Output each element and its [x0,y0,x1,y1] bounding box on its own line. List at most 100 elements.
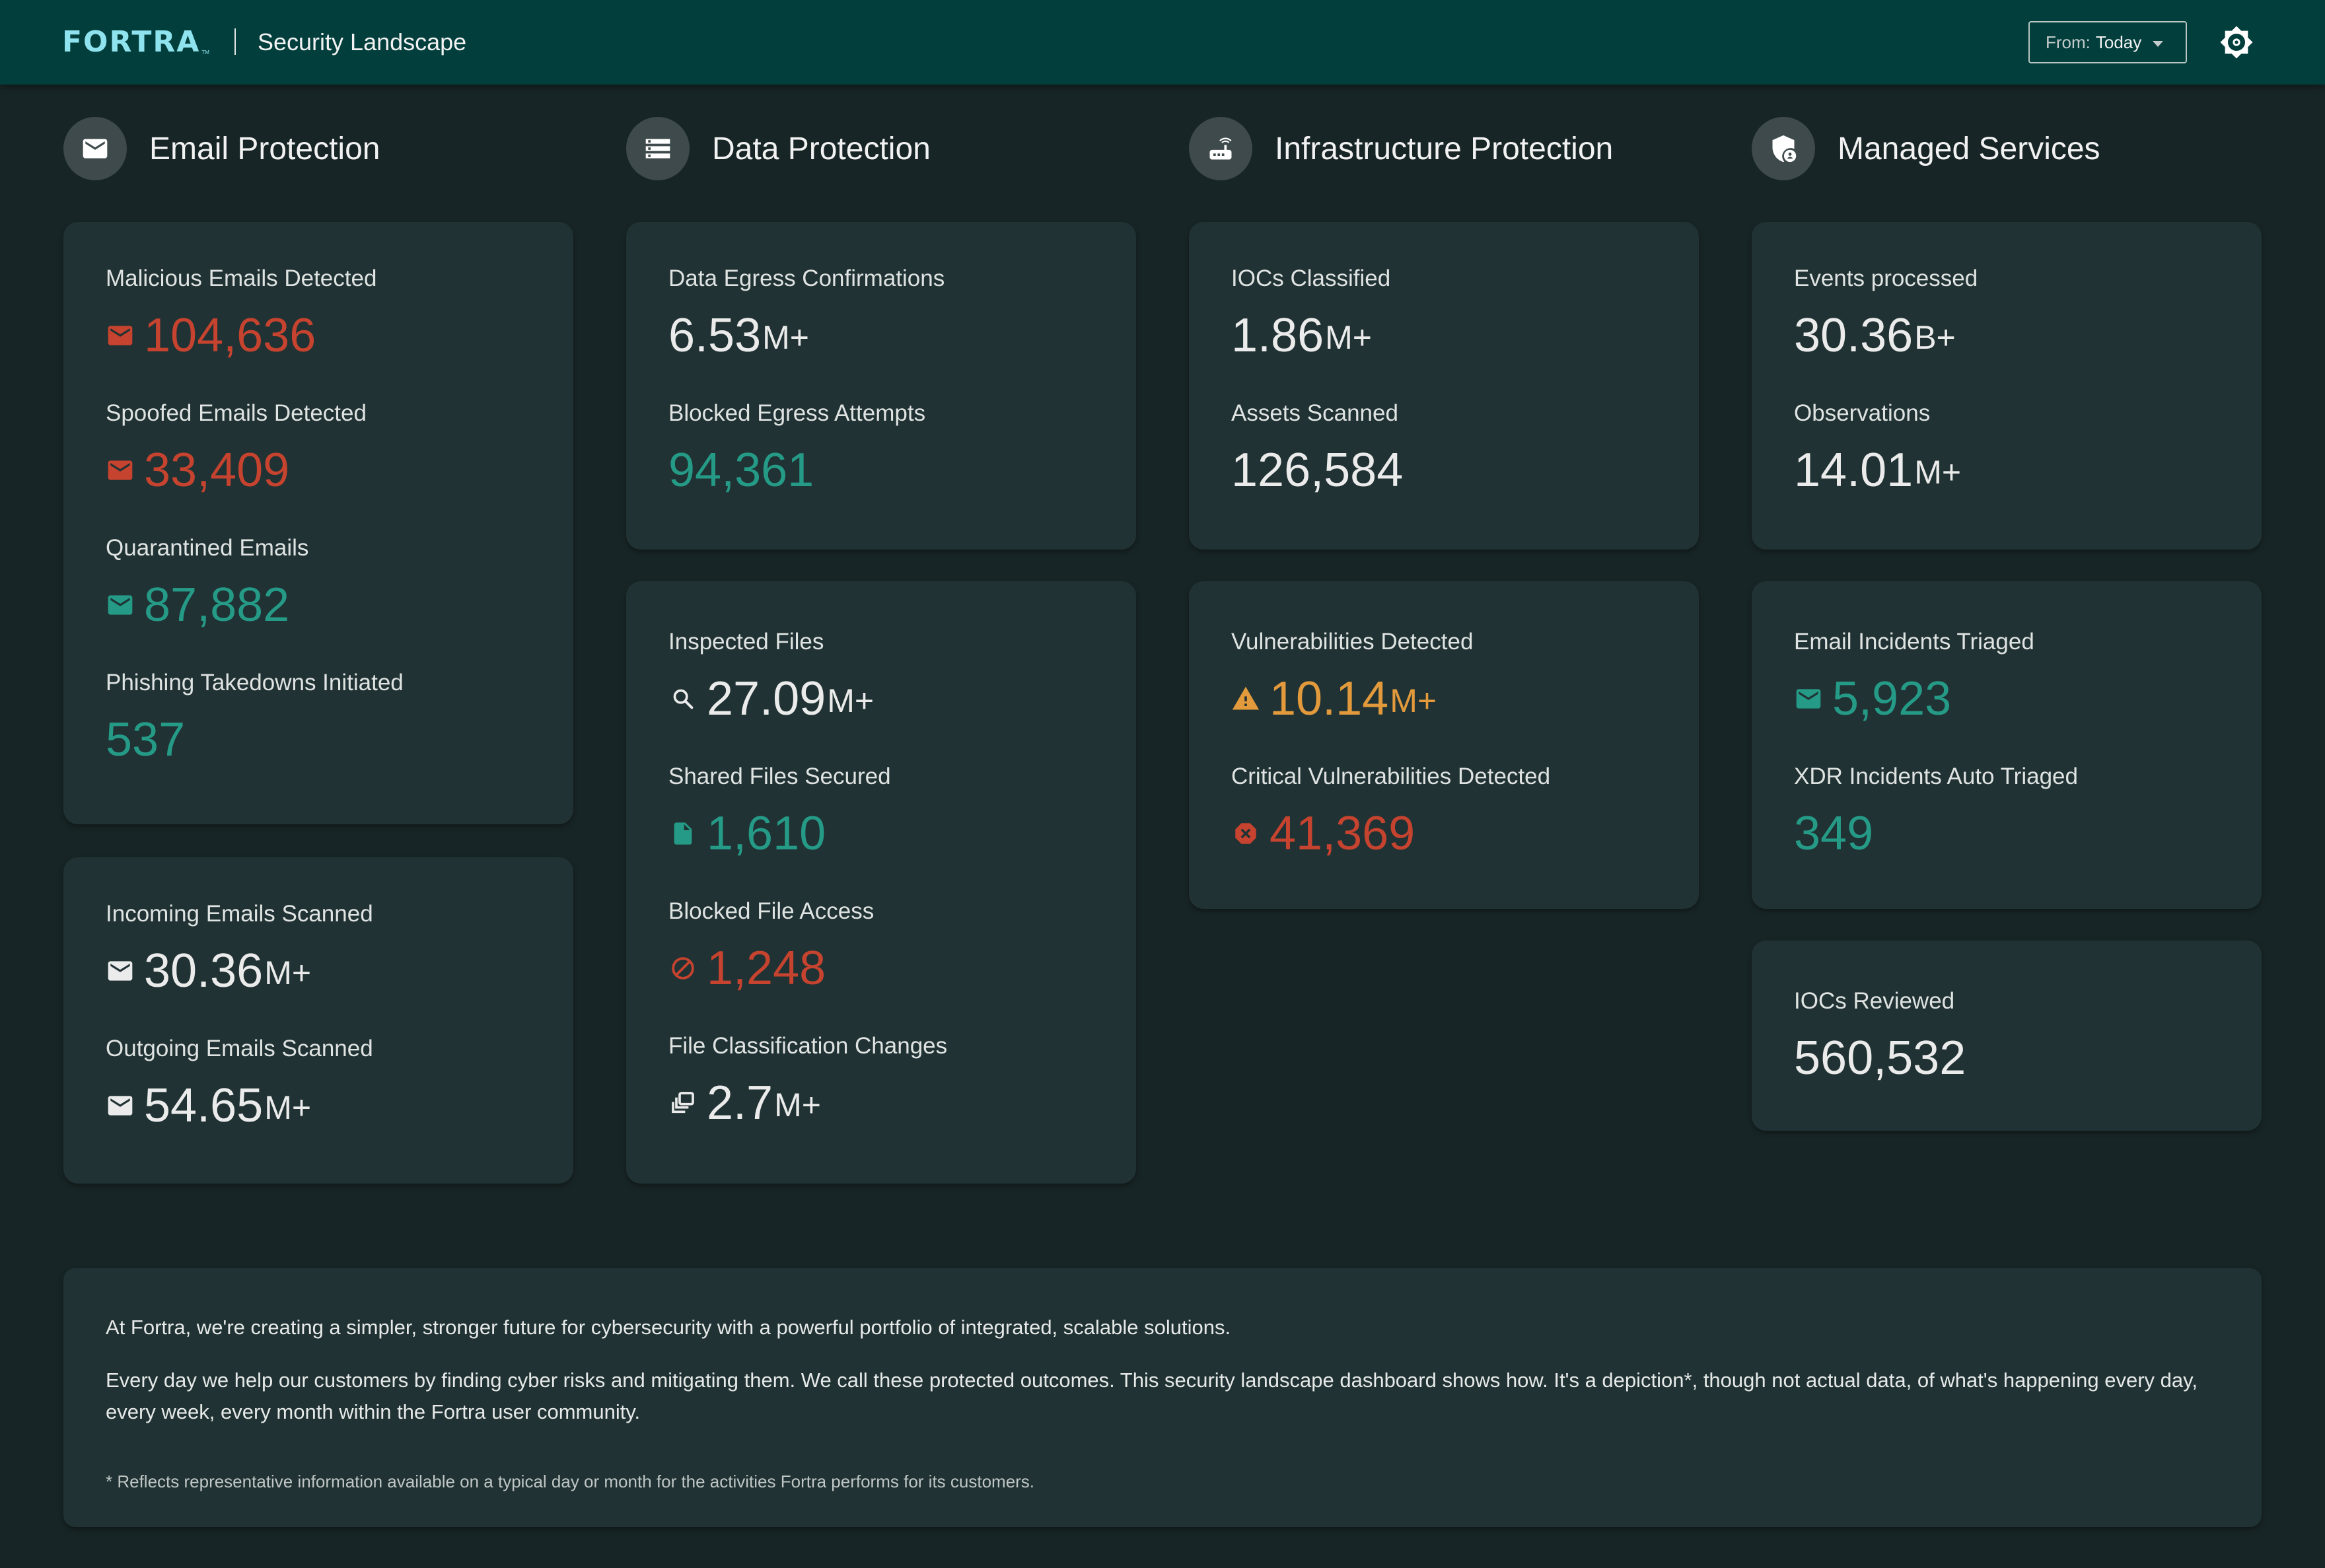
section-header-email-protection: Email Protection [63,117,380,180]
header-divider [234,28,236,55]
theme-toggle-button[interactable] [2219,25,2254,59]
incidents-card: Email Incidents Triaged 5,923 XDR Incide… [1752,581,2262,909]
search-icon [668,684,698,713]
metric-label: Malicious Emails Detected [106,266,377,291]
disclaimer-note: * Reflects representative information av… [106,1472,1035,1491]
metric-label: Critical Vulnerabilities Detected [1231,764,1551,789]
section-title: Data Protection [712,131,931,166]
metric-value: 1.86 [1231,309,1324,362]
caret-down-icon [2153,41,2163,47]
metric-label: Spoofed Emails Detected [106,400,367,426]
metric-label: IOCs Reviewed [1794,988,1955,1014]
metric-value: 2.7 [707,1077,773,1129]
vulnerabilities-card: Vulnerabilities Detected 10.14 M+ Critic… [1189,581,1699,909]
iocs-reviewed-card: IOCs Reviewed 560,532 [1752,941,2262,1131]
metric-value: 54.65 [144,1079,264,1132]
metric-blocked-file-access: Blocked File Access 1,248 [668,897,1136,995]
metric-phishing-takedowns: Phishing Takedowns Initiated 537 [106,668,573,766]
metric-unit: M+ [827,682,875,719]
metric-label: Observations [1794,400,1931,426]
metric-blocked-egress-attempts: Blocked Egress Attempts 94,361 [668,399,1136,497]
mail-icon [106,590,135,620]
file-icon [668,819,698,848]
library-icon [668,1088,698,1118]
metric-label: Email Incidents Triaged [1794,629,2034,655]
metric-value: 5,923 [1832,672,1952,725]
metric-value: 14.01 [1794,444,1914,497]
metric-value: 87,882 [144,579,290,631]
metric-value: 30.36 [1794,309,1914,362]
metric-file-classification-changes: File Classification Changes 2.7 M+ [668,1032,1136,1129]
metric-value: 6.53 [668,309,762,362]
metric-assets-scanned: Assets Scanned 126,584 [1231,399,1699,497]
metric-value: 41,369 [1270,807,1415,860]
block-icon [668,954,698,983]
metric-label: Shared Files Secured [668,764,891,789]
metric-unit: M+ [1390,682,1437,719]
mail-icon [106,956,135,985]
metric-email-incidents-triaged: Email Incidents Triaged 5,923 [1794,627,2262,725]
metric-label: Inspected Files [668,629,824,655]
metric-label: Assets Scanned [1231,400,1398,426]
metric-value: 104,636 [144,309,316,362]
metric-value: 27.09 [707,672,826,725]
metric-vulnerabilities-detected: Vulnerabilities Detected 10.14 M+ [1231,627,1699,725]
metric-value: 94,361 [668,444,814,497]
mail-icon [63,117,127,180]
data-egress-card: Data Egress Confirmations 6.53 M+ Blocke… [626,222,1136,550]
metric-value: 1,610 [707,807,826,860]
metric-value: 126,584 [1231,444,1404,497]
metric-label: Quarantined Emails [106,535,309,561]
metric-events-processed: Events processed 30.36 B+ [1794,264,2262,362]
metric-data-egress-confirmations: Data Egress Confirmations 6.53 M+ [668,264,1136,362]
date-range-select[interactable]: From: Today [2028,21,2187,63]
files-card: Inspected Files 27.09 M+ Shared Files Se… [626,581,1136,1184]
metric-outgoing-emails: Outgoing Emails Scanned 54.65 M+ [106,1034,573,1132]
section-title: Managed Services [1838,131,2100,166]
email-threats-card: Malicious Emails Detected 104,636 Spoofe… [63,222,573,824]
metric-unit: M+ [1914,454,1962,491]
metric-iocs-classified: IOCs Classified 1.86 M+ [1231,264,1699,362]
metric-value: 349 [1794,807,1874,860]
metric-label: Events processed [1794,266,1978,291]
metric-label: Incoming Emails Scanned [106,901,373,927]
mail-icon [1794,684,1823,713]
metric-value: 30.36 [144,944,264,997]
metric-shared-files-secured: Shared Files Secured 1,610 [668,762,1136,860]
metric-inspected-files: Inspected Files 27.09 M+ [668,627,1136,725]
metric-label: IOCs Classified [1231,266,1391,291]
iocs-assets-card: IOCs Classified 1.86 M+ Assets Scanned 1… [1189,222,1699,550]
metric-quarantined-emails: Quarantined Emails 87,882 [106,534,573,631]
section-header-managed-services: Managed Services [1752,117,2100,180]
warning-icon [1231,684,1260,713]
section-header-data-protection: Data Protection [626,117,931,180]
router-icon [1189,117,1252,180]
metric-label: Data Egress Confirmations [668,266,945,291]
metric-label: File Classification Changes [668,1033,948,1059]
mail-icon [106,321,135,350]
top-bar: FORTRA TM Security Landscape From: Today [0,0,2325,85]
metric-label: XDR Incidents Auto Triaged [1794,764,2078,789]
metric-value: 1,248 [707,942,826,995]
metric-unit: M+ [264,1089,312,1126]
about-paragraph: At Fortra, we're creating a simpler, str… [106,1316,1231,1339]
storage-icon [626,117,690,180]
metric-label: Phishing Takedowns Initiated [106,670,404,695]
error-octagon-icon [1231,819,1260,848]
metric-value: 537 [106,713,186,766]
metric-label: Blocked Egress Attempts [668,400,926,426]
metric-unit: M+ [264,954,312,991]
fortra-logo[interactable]: FORTRA TM [62,26,209,58]
metric-unit: M+ [774,1087,821,1123]
metric-spoofed-emails: Spoofed Emails Detected 33,409 [106,399,573,497]
shield-person-icon [1752,117,1815,180]
metric-incoming-emails: Incoming Emails Scanned 30.36 M+ [106,900,573,997]
logo-trademark: TM [201,50,209,55]
metric-unit: M+ [762,319,809,356]
mail-icon [106,456,135,485]
page-title: Security Landscape [258,28,467,55]
section-title: Email Protection [149,131,380,166]
range-prefix: From: [2046,32,2091,52]
metric-label: Outgoing Emails Scanned [106,1036,373,1061]
metric-unit: M+ [1325,319,1372,356]
